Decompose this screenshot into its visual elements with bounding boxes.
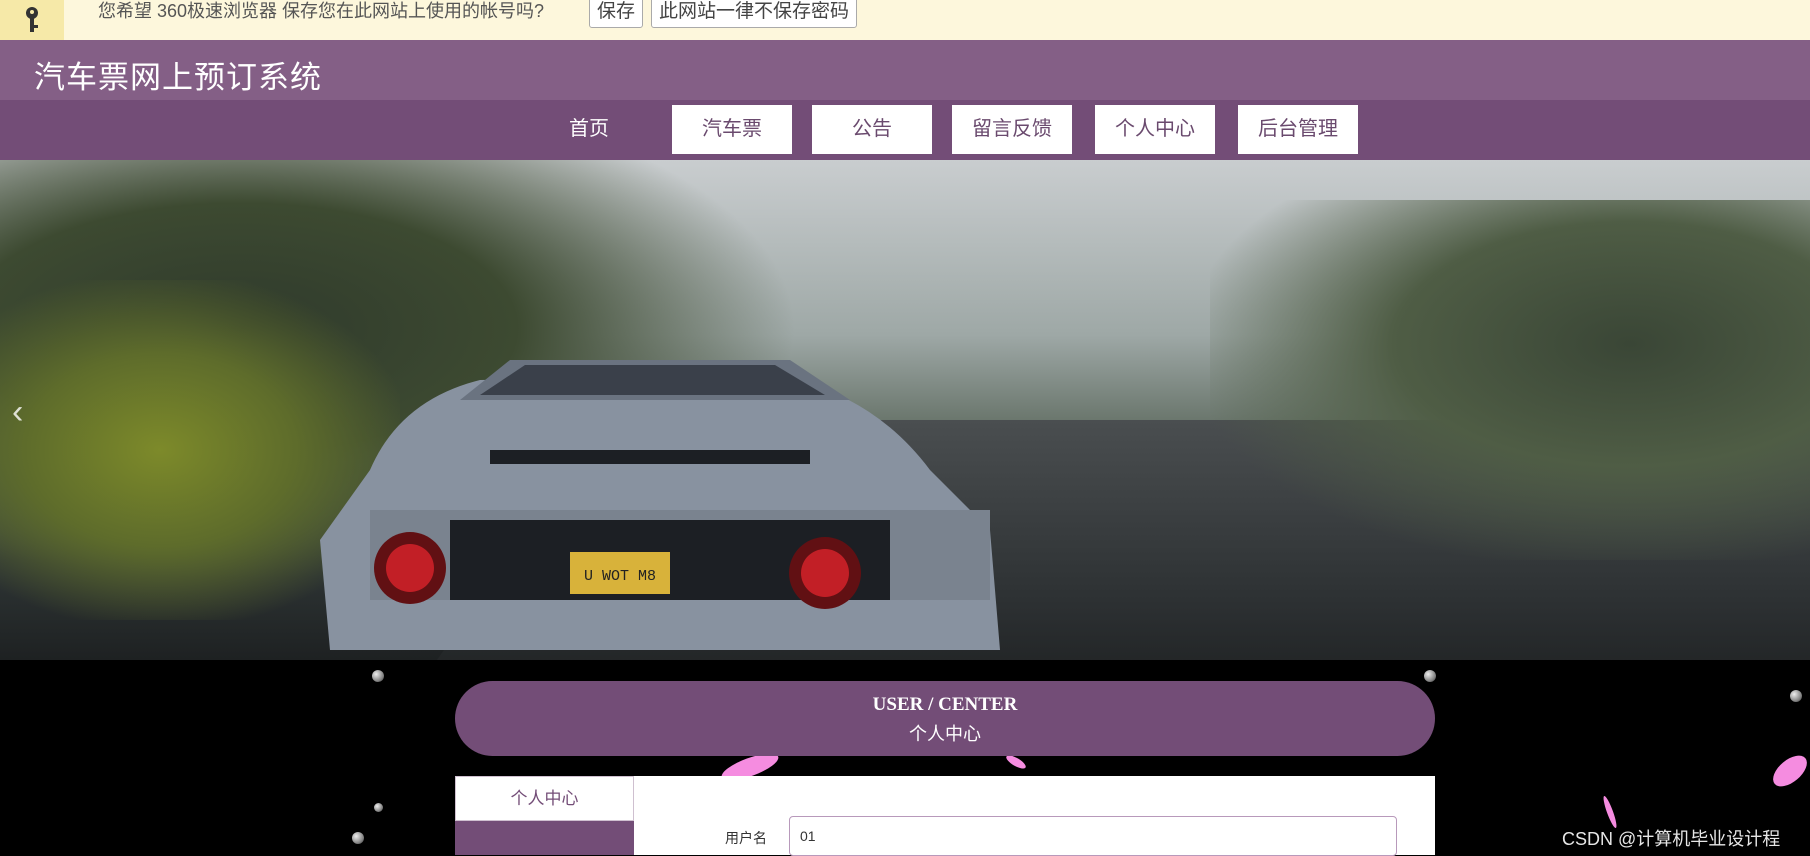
password-save-bar: 您希望 360极速浏览器 保存您在此网站上使用的帐号吗? 保存 此网站一律不保存…: [0, 0, 1810, 41]
decorative-bubble: [372, 670, 384, 682]
nav-item-home[interactable]: 首页: [529, 105, 649, 154]
nav-item-feedback[interactable]: 留言反馈: [952, 105, 1072, 154]
sidebar-item-user-center[interactable]: 个人中心: [455, 776, 634, 821]
watermark-text: CSDN @计算机毕业设计程: [1562, 829, 1781, 849]
nav-item-user-center[interactable]: 个人中心: [1095, 105, 1215, 154]
username-input[interactable]: [789, 816, 1397, 856]
user-center-panel: 个人中心 用户名: [455, 776, 1435, 856]
decorative-bubble: [1790, 690, 1802, 702]
decorative-bubble: [374, 803, 383, 812]
password-save-message: 您希望 360极速浏览器 保存您在此网站上使用的帐号吗?: [98, 1, 545, 21]
main-nav: 首页 汽车票 公告 留言反馈 个人中心 后台管理: [0, 100, 1810, 160]
user-center-header: USER / CENTER 个人中心: [455, 681, 1435, 756]
username-label: 用户名: [725, 830, 767, 846]
license-plate-text: U WOT M8: [584, 568, 656, 585]
save-password-button[interactable]: 保存: [589, 0, 644, 28]
banner-carousel[interactable]: U WOT M8 ‹: [0, 160, 1810, 660]
site-header: 汽车票网上预订系统: [0, 40, 1810, 100]
site-title: 汽车票网上预订系统: [34, 60, 322, 95]
banner-trees-right: [1210, 200, 1810, 560]
user-center-title-en: USER / CENTER: [872, 694, 1018, 715]
never-save-password-button[interactable]: 此网站一律不保存密码: [651, 0, 858, 28]
decorative-petal: [1601, 794, 1619, 830]
nav-item-bus-ticket[interactable]: 汽车票: [672, 105, 792, 154]
sidebar-item-next[interactable]: [455, 821, 634, 855]
decorative-bubble: [352, 832, 364, 844]
nav-item-admin[interactable]: 后台管理: [1238, 105, 1358, 154]
nav-item-notice[interactable]: 公告: [812, 105, 932, 154]
decorative-petal: [1767, 749, 1810, 793]
decorative-bubble: [1424, 670, 1436, 682]
banner-car-image: U WOT M8: [320, 360, 1000, 650]
user-center-title-cn: 个人中心: [909, 724, 981, 744]
key-icon: [0, 0, 64, 40]
carousel-prev-arrow[interactable]: ‹: [12, 393, 23, 432]
